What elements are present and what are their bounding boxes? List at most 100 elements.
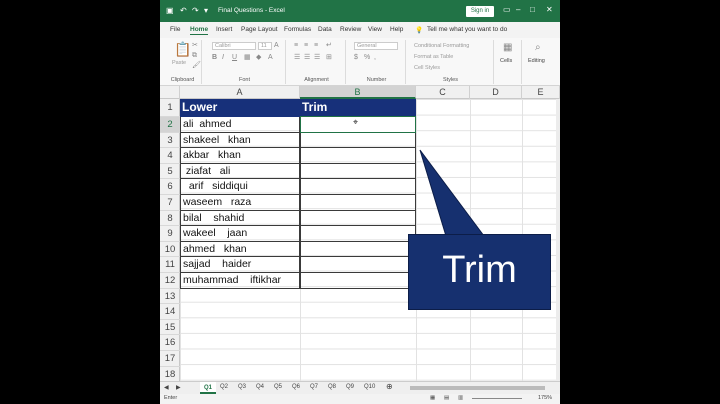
trim-result-cell[interactable] <box>300 163 416 180</box>
redo-icon[interactable]: ↷ <box>192 6 199 16</box>
name-cell[interactable]: akbar khan <box>180 148 300 164</box>
sheet-tab-q5[interactable]: Q5 <box>274 384 282 390</box>
tab-review[interactable]: Review <box>340 26 361 33</box>
sign-in-button[interactable]: Sign in <box>466 6 494 17</box>
tab-home[interactable]: Home <box>190 26 209 35</box>
sheet-tab-q8[interactable]: Q8 <box>328 384 336 390</box>
maximize-icon[interactable]: □ <box>530 5 535 14</box>
row-header-15[interactable]: 15 <box>160 320 180 336</box>
copy-icon[interactable]: ⧉ <box>192 52 197 60</box>
tab-formulas[interactable]: Formulas <box>284 26 311 33</box>
cell-styles-button[interactable]: Cell Styles <box>414 65 440 71</box>
font-color-icon[interactable]: A <box>268 54 273 62</box>
column-header-a[interactable]: A <box>180 86 300 99</box>
align-center-icon[interactable]: ☰ <box>304 54 310 62</box>
sheet-tab-q1[interactable]: Q1 <box>200 382 217 394</box>
zoom-slider[interactable] <box>472 398 522 399</box>
trim-result-cell[interactable] <box>300 195 416 211</box>
currency-icon[interactable]: $ <box>354 54 358 62</box>
tab-insert[interactable]: Insert <box>216 26 232 33</box>
row-header-5[interactable]: 5 <box>160 164 180 180</box>
tell-me-search[interactable]: Tell me what you want to do <box>427 26 507 33</box>
name-cell[interactable]: ali ahmed <box>180 117 300 133</box>
view-layout-icon[interactable]: ▤ <box>444 395 449 401</box>
tab-view[interactable]: View <box>368 26 382 33</box>
percent-icon[interactable]: % <box>364 54 370 62</box>
row-header-16[interactable]: 16 <box>160 335 180 351</box>
wrap-text-icon[interactable]: ↵ <box>326 42 332 50</box>
column-header-d[interactable]: D <box>470 86 522 99</box>
vertical-scrollbar[interactable] <box>556 99 560 381</box>
scroll-tabs-right-icon[interactable]: ▶ <box>176 384 181 391</box>
tab-page-layout[interactable]: Page Layout <box>241 26 278 33</box>
undo-icon[interactable]: ↶ <box>180 6 187 16</box>
font-name-select[interactable]: Calibri <box>212 42 256 50</box>
row-header-14[interactable]: 14 <box>160 304 180 320</box>
align-left-icon[interactable]: ☰ <box>294 54 300 62</box>
view-normal-icon[interactable]: ▦ <box>430 395 435 401</box>
trim-result-cell[interactable] <box>300 241 416 258</box>
row-header-2[interactable]: 2 <box>160 117 180 133</box>
italic-icon[interactable]: I <box>222 54 224 62</box>
format-as-table-button[interactable]: Format as Table <box>414 54 453 60</box>
name-cell[interactable]: shakeel khan <box>180 132 300 149</box>
minimize-icon[interactable]: – <box>516 5 520 14</box>
number-format-select[interactable]: General <box>354 42 398 50</box>
tab-file[interactable]: File <box>170 26 180 33</box>
format-painter-icon[interactable]: 🖌 <box>192 62 201 70</box>
trim-result-cell[interactable] <box>300 148 416 164</box>
name-cell[interactable]: wakeel jaan <box>180 226 300 242</box>
comma-icon[interactable]: , <box>374 54 376 62</box>
tab-data[interactable]: Data <box>318 26 332 33</box>
row-header-12[interactable]: 12 <box>160 273 180 289</box>
column-header-b[interactable]: B <box>300 86 416 99</box>
trim-result-cell[interactable] <box>300 273 416 289</box>
name-cell[interactable]: bilal shahid <box>180 210 300 227</box>
row-header-8[interactable]: 8 <box>160 211 180 227</box>
cells-icon[interactable]: ▦ <box>503 43 512 53</box>
trim-result-cell[interactable] <box>300 179 416 195</box>
trim-result-cell[interactable] <box>300 226 416 242</box>
row-header-13[interactable]: 13 <box>160 289 180 305</box>
row-header-11[interactable]: 11 <box>160 257 180 273</box>
sheet-tab-q4[interactable]: Q4 <box>256 384 264 390</box>
column-header-e[interactable]: E <box>522 86 560 99</box>
horizontal-scrollbar[interactable] <box>410 386 545 390</box>
tab-help[interactable]: Help <box>390 26 403 33</box>
trim-result-cell[interactable] <box>300 257 416 273</box>
paste-icon[interactable]: 📋 <box>174 42 191 56</box>
close-icon[interactable]: ✕ <box>546 5 553 14</box>
row-header-17[interactable]: 17 <box>160 351 180 367</box>
ribbon-display-icon[interactable]: ▭ <box>503 5 511 14</box>
grow-font-icon[interactable]: A <box>274 42 279 50</box>
trim-result-cell[interactable] <box>300 210 416 227</box>
borders-icon[interactable]: ▦ <box>244 54 251 62</box>
align-bottom-icon[interactable]: ≡ <box>314 42 318 50</box>
cells-label[interactable]: Cells <box>500 58 512 64</box>
save-icon[interactable]: ▣ <box>166 6 174 16</box>
active-cell-b2[interactable]: = ⌖ <box>300 116 416 133</box>
align-top-icon[interactable]: ≡ <box>294 42 298 50</box>
conditional-formatting-button[interactable]: Conditional Formatting <box>414 43 469 49</box>
sheet-tab-q2[interactable]: Q2 <box>220 384 228 390</box>
view-break-icon[interactable]: ▥ <box>458 395 463 401</box>
trim-result-cell[interactable] <box>300 132 416 149</box>
row-header-4[interactable]: 4 <box>160 148 180 164</box>
row-header-9[interactable]: 9 <box>160 226 180 242</box>
customize-toolbar-icon[interactable]: ▾ <box>204 6 208 16</box>
underline-icon[interactable]: U <box>232 54 237 62</box>
row-header-6[interactable]: 6 <box>160 179 180 195</box>
bold-icon[interactable]: B <box>212 54 217 62</box>
cut-icon[interactable]: ✂ <box>192 42 198 50</box>
name-cell[interactable]: sajjad haider <box>180 257 300 273</box>
row-header-18[interactable]: 18 <box>160 367 180 383</box>
editing-label[interactable]: Editing <box>528 58 545 64</box>
sheet-tab-q3[interactable]: Q3 <box>238 384 246 390</box>
row-header-7[interactable]: 7 <box>160 195 180 211</box>
paste-label[interactable]: Paste <box>172 60 186 66</box>
sheet-tab-q9[interactable]: Q9 <box>346 384 354 390</box>
cell-b1-header[interactable]: Trim <box>300 99 416 117</box>
cell-a1-header[interactable]: Lower <box>180 99 300 117</box>
name-cell[interactable]: arif siddiqui <box>180 179 300 195</box>
scroll-tabs-left-icon[interactable]: ◀ <box>164 384 169 391</box>
